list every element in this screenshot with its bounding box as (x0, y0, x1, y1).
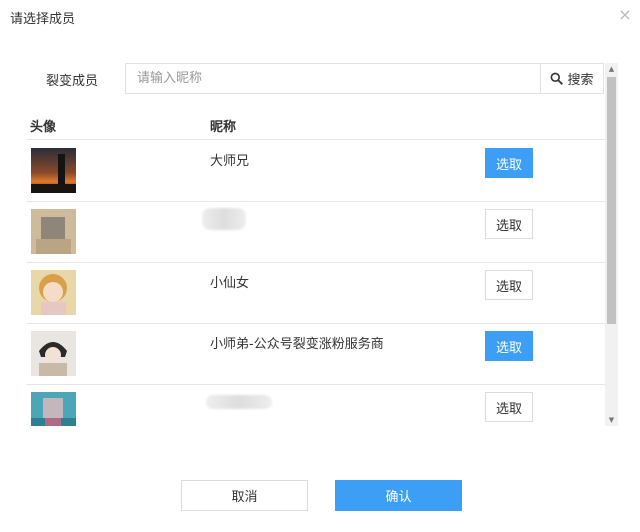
select-button[interactable]: 选取 (485, 209, 533, 239)
select-button[interactable]: 选取 (485, 270, 533, 300)
scroll-thumb[interactable] (607, 77, 616, 324)
select-button[interactable]: 选取 (485, 392, 533, 422)
avatar (31, 148, 76, 193)
scroll-down-arrow-icon[interactable]: ▼ (605, 414, 618, 426)
search-label: 裂变成员 (46, 74, 99, 89)
avatar (31, 209, 76, 254)
table-row: 选取 (26, 202, 606, 263)
table-row: 小仙女 选取 (26, 263, 606, 324)
avatar (31, 270, 76, 315)
dialog-title: 请选择成员 (10, 12, 76, 27)
table-body: 大师兄 选取 选取 小仙女 选取 小师弟-公众号裂变涨粉服务商 选取 选取 (26, 141, 606, 426)
scroll-up-arrow-icon[interactable]: ▲ (605, 63, 618, 75)
select-button[interactable]: 选取 (485, 148, 533, 178)
avatar (31, 331, 76, 376)
header-nickname: 昵称 (210, 120, 237, 135)
blurred-nickname (206, 395, 272, 409)
header-avatar: 头像 (30, 120, 57, 135)
search-button[interactable]: 搜索 (540, 63, 604, 94)
table-row: 大师兄 选取 (26, 141, 606, 202)
table-row: 小师弟-公众号裂变涨粉服务商 选取 (26, 324, 606, 385)
table-header: 头像 昵称 (26, 108, 606, 140)
close-icon[interactable]: × (618, 7, 632, 23)
cancel-button[interactable]: 取消 (181, 480, 308, 511)
nickname: 小仙女 (210, 276, 250, 291)
search-row: 裂变成员 搜索 (0, 63, 640, 94)
member-table: 头像 昵称 大师兄 选取 选取 小仙女 选取 小师弟-公众号裂变涨粉服务商 选取… (26, 108, 618, 426)
table-row: 选取 (26, 385, 606, 426)
avatar (31, 392, 76, 426)
blurred-nickname (202, 208, 246, 230)
confirm-button[interactable]: 确认 (335, 480, 462, 511)
search-icon (551, 72, 564, 85)
search-input[interactable] (125, 63, 541, 94)
search-button-label: 搜索 (567, 72, 594, 87)
nickname: 大师兄 (210, 154, 250, 169)
nickname: 小师弟-公众号裂变涨粉服务商 (210, 337, 384, 352)
select-button[interactable]: 选取 (485, 331, 533, 361)
vertical-scrollbar[interactable]: ▲ ▼ (605, 63, 618, 426)
